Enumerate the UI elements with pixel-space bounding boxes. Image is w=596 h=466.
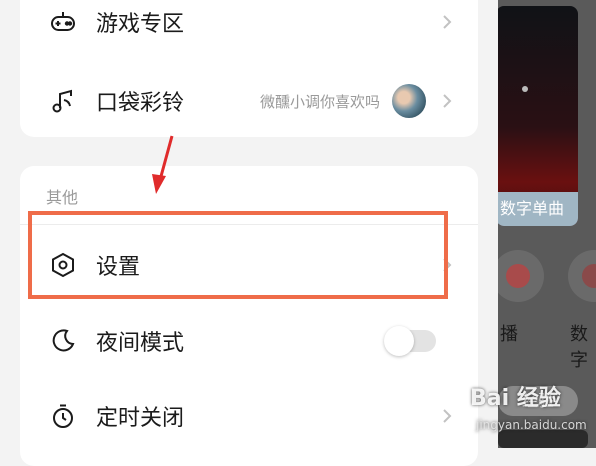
ringtone-suggestion: 微醺小调你喜欢吗 — [259, 92, 380, 111]
moon-icon — [50, 328, 76, 354]
background-icon-label-2: 数字 — [570, 324, 588, 371]
menu-item-label: 夜间模式 — [96, 331, 185, 356]
menu-item-night-mode[interactable]: 夜间模式 — [20, 308, 478, 374]
music-note-icon — [50, 88, 76, 114]
menu-item-sleep-timer[interactable]: 定时关闭 — [20, 383, 478, 449]
watermark-url: jingyan.baidu.com — [476, 418, 587, 432]
avatar — [392, 84, 426, 118]
highlight-box — [28, 211, 448, 299]
night-mode-toggle[interactable] — [384, 326, 436, 356]
gamepad-icon — [50, 9, 76, 35]
section-title-other: 其他 — [46, 188, 79, 207]
background-banner-text: 数字单曲 — [496, 192, 578, 226]
chevron-right-icon — [440, 409, 454, 423]
red-arrow-icon — [152, 135, 174, 194]
chevron-right-icon — [440, 94, 454, 108]
menu-item-pocket-ringtone[interactable]: 口袋彩铃 微醺小调你喜欢吗 — [20, 68, 478, 134]
menu-item-label: 游戏专区 — [96, 12, 185, 37]
toggle-knob — [384, 326, 414, 356]
menu-item-label: 口袋彩铃 — [96, 91, 185, 116]
background-icon-label-1: 播 — [500, 324, 518, 345]
watermark-text: Bai 经验 — [470, 386, 561, 411]
baidu-watermark: Bai 经验 jingyan.baidu.com — [470, 380, 590, 440]
menu-item-label: 定时关闭 — [96, 406, 185, 431]
chevron-right-icon — [440, 15, 454, 29]
side-drawer: 游戏专区 口袋彩铃 微醺小调你喜欢吗 其他 设置 夜间模式 定时关闭 — [0, 0, 498, 466]
menu-item-game-zone[interactable]: 游戏专区 — [20, 0, 478, 55]
background-icon-1 — [492, 250, 544, 302]
timer-icon — [50, 403, 76, 429]
